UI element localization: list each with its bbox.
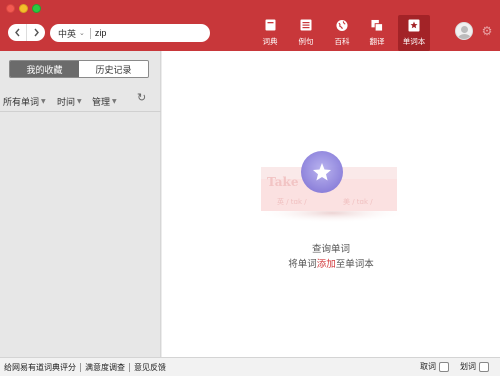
search-divider xyxy=(89,27,91,39)
word-capture-label: 取词 xyxy=(420,362,436,371)
tool-example-sentences[interactable]: 例句 xyxy=(293,18,319,50)
tool-translate-label: 翻译 xyxy=(369,37,385,46)
sidebar-tabs: 我的收藏 历史记录 xyxy=(9,60,149,78)
wordbook-icon xyxy=(408,19,420,31)
chevron-down-icon: ▼ xyxy=(77,97,82,105)
filter-manage-label: 管理 xyxy=(92,97,111,108)
filter-manage[interactable]: 管理 ▼ xyxy=(92,95,117,108)
dictionary-icon xyxy=(264,19,276,31)
tool-wordbook[interactable]: 单词本 xyxy=(398,15,430,51)
chevron-down-icon: ⌄ xyxy=(79,29,85,37)
illustration-word: Take xyxy=(267,175,299,189)
back-button[interactable] xyxy=(8,24,26,41)
tab-favorites[interactable]: 我的收藏 xyxy=(10,61,79,77)
window-zoom-button[interactable] xyxy=(32,4,41,13)
translate-icon xyxy=(371,19,383,31)
avatar[interactable] xyxy=(455,22,473,40)
refresh-icon[interactable]: ↻ xyxy=(137,91,146,104)
chevron-down-icon: ▼ xyxy=(112,97,117,105)
tool-dictionary[interactable]: 词典 xyxy=(257,18,283,50)
tab-history[interactable]: 历史记录 xyxy=(79,61,148,77)
example-sentences-icon xyxy=(300,19,312,31)
main-panel: Take 英 / tɑk / 美 / tɑk / 查询单词 将单词添加至单词本 xyxy=(162,51,500,357)
tool-encyclopedia-label: 百科 xyxy=(334,37,350,46)
toolbar: 中英 ⌄ zip 词典 例句 百科 翻译 单词本 ⚙ xyxy=(0,0,500,51)
footer: 给网易有道词典评分 满意度调查 意见反馈 取词 划词 xyxy=(0,357,500,376)
filter-all-words-label: 所有单词 xyxy=(3,97,40,108)
chevron-right-icon xyxy=(33,28,39,37)
illustration-pron-us: 美 / tɑk / xyxy=(343,197,373,206)
filter-bar: 所有单词 ▼ 时间 ▼ 管理 ▼ ↻ xyxy=(0,91,161,111)
illustration-pron-uk: 英 / tɑk / xyxy=(277,197,307,206)
filter-time[interactable]: 时间 ▼ xyxy=(57,95,82,108)
window-minimize-button[interactable] xyxy=(19,4,28,13)
tool-example-sentences-label: 例句 xyxy=(298,37,314,46)
filter-time-label: 时间 xyxy=(57,97,76,108)
empty-state-subtitle: 将单词添加至单词本 xyxy=(162,256,500,270)
empty-state-title: 查询单词 xyxy=(311,244,350,255)
chevron-down-icon: ▼ xyxy=(41,97,46,105)
word-capture-toggle[interactable]: 取词 xyxy=(420,361,449,372)
gear-icon[interactable]: ⚙ xyxy=(480,24,494,38)
forward-button[interactable] xyxy=(26,24,45,41)
window-close-button[interactable] xyxy=(6,4,15,13)
empty-state-subtitle-pre: 将单词 xyxy=(288,259,317,270)
satisfaction-survey-link[interactable]: 满意度调查 xyxy=(81,362,129,373)
tool-wordbook-label: 单词本 xyxy=(402,37,426,46)
add-word-link[interactable]: 添加 xyxy=(317,259,336,270)
selection-capture-toggle[interactable]: 划词 xyxy=(460,361,489,372)
filter-all-words[interactable]: 所有单词 ▼ xyxy=(3,95,46,108)
language-selector-label: 中英 xyxy=(58,29,77,40)
chevron-left-icon xyxy=(14,28,20,37)
history-nav xyxy=(8,24,45,41)
search-input[interactable]: zip xyxy=(95,28,107,38)
word-capture-checkbox[interactable] xyxy=(439,361,449,372)
tool-encyclopedia[interactable]: 百科 xyxy=(329,18,355,50)
search-box[interactable]: 中英 ⌄ zip xyxy=(50,24,210,42)
selection-capture-label: 划词 xyxy=(460,362,476,371)
sidebar: 我的收藏 历史记录 所有单词 ▼ 时间 ▼ 管理 ▼ ↻ xyxy=(0,51,161,357)
divider xyxy=(0,111,161,112)
tool-dictionary-label: 词典 xyxy=(262,37,278,46)
selection-capture-checkbox[interactable] xyxy=(479,361,489,372)
tool-translate[interactable]: 翻译 xyxy=(364,18,390,50)
feedback-link[interactable]: 意见反馈 xyxy=(130,362,170,373)
empty-state-illustration: Take 英 / tɑk / 美 / tɑk / xyxy=(257,151,407,223)
language-selector[interactable]: 中英 ⌄ xyxy=(50,27,85,40)
encyclopedia-icon xyxy=(336,19,348,31)
rate-app-link[interactable]: 给网易有道词典评分 xyxy=(0,362,80,373)
empty-state-subtitle-post: 至单词本 xyxy=(335,259,374,270)
